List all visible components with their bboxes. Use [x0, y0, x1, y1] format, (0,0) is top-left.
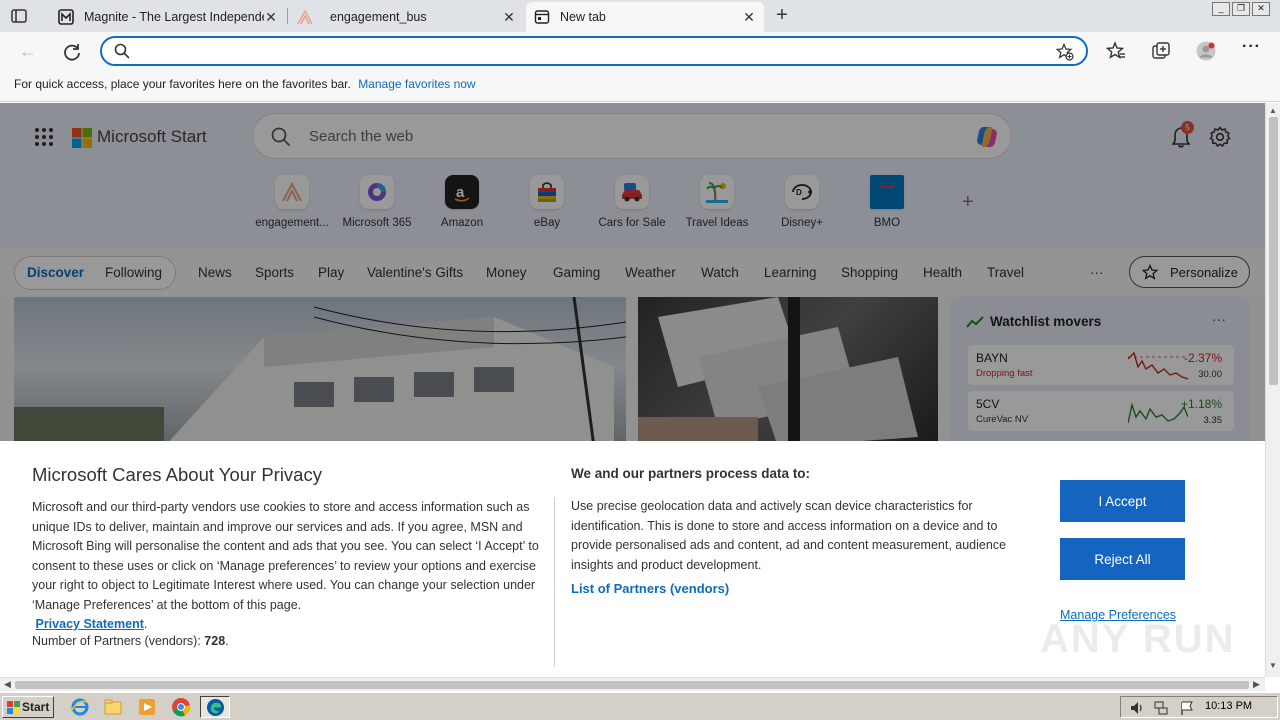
close-window-icon[interactable]: ✕: [1252, 2, 1270, 16]
partners-count: Number of Partners (vendors): 728.: [32, 634, 229, 648]
tab-engagement[interactable]: engagement_bus ✕: [288, 2, 524, 32]
scroll-thumb[interactable]: [15, 681, 1249, 689]
new-tab-button[interactable]: +: [772, 5, 792, 26]
browser-toolbar: ← ···: [0, 32, 1280, 70]
newtab-icon: [534, 10, 550, 24]
scroll-left-icon[interactable]: ◀: [4, 679, 11, 690]
minimize-icon[interactable]: _: [1212, 2, 1230, 16]
edge-icon: [206, 698, 225, 717]
privacy-body: Microsoft and our third-party vendors us…: [32, 500, 539, 631]
back-arrow-icon[interactable]: ←: [17, 40, 39, 62]
window-controls: _ ❐ ✕: [1212, 2, 1270, 16]
address-input[interactable]: [136, 42, 1036, 60]
add-favorite-icon[interactable]: [1056, 43, 1074, 61]
search-icon: [114, 43, 130, 59]
edge-taskbar-button[interactable]: [200, 696, 230, 718]
favorites-bar: For quick access, place your favorites h…: [0, 70, 1280, 102]
engagement-icon: [297, 9, 313, 25]
manage-favorites-link[interactable]: Manage favorites now: [358, 77, 475, 91]
scroll-right-icon[interactable]: ▶: [1253, 679, 1260, 690]
magnite-icon: [58, 9, 74, 25]
scroll-down-icon[interactable]: ▼: [1269, 661, 1277, 670]
profile-avatar-icon[interactable]: [1196, 41, 1216, 61]
reject-all-button[interactable]: Reject All: [1060, 538, 1185, 580]
network-icon[interactable]: [1153, 700, 1169, 716]
scroll-up-icon[interactable]: ▲: [1269, 106, 1277, 115]
data-processing-heading: We and our partners process data to:: [571, 466, 811, 481]
media-player-icon[interactable]: [137, 697, 157, 717]
refresh-icon[interactable]: [61, 41, 83, 63]
close-tab-icon[interactable]: ✕: [742, 9, 756, 26]
volume-icon[interactable]: [1129, 700, 1145, 716]
windows-flag-icon: [7, 701, 20, 714]
tab-actions-icon[interactable]: [10, 7, 28, 25]
tab-new-tab[interactable]: New tab ✕: [526, 2, 764, 32]
chrome-icon[interactable]: [171, 697, 191, 717]
vendors-list-link[interactable]: List of Partners (vendors): [571, 581, 729, 596]
tab-title: Magnite - The Largest Independe: [84, 10, 264, 24]
start-button[interactable]: Start: [2, 696, 54, 718]
tab-bar: Magnite - The Largest Independe ✕ engage…: [0, 0, 1280, 32]
close-tab-icon[interactable]: ✕: [502, 9, 516, 26]
action-center-flag-icon[interactable]: [1179, 700, 1195, 716]
horizontal-scrollbar[interactable]: ◀ ▶: [0, 677, 1265, 691]
address-bar[interactable]: [100, 36, 1088, 66]
privacy-divider: [554, 497, 555, 667]
tab-title: New tab: [560, 10, 606, 24]
windows-taskbar: Start 10:13 PM: [0, 692, 1280, 720]
system-tray: [1120, 696, 1278, 718]
internet-explorer-icon[interactable]: [70, 697, 90, 717]
favorites-bar-hint: For quick access, place your favorites h…: [14, 77, 351, 91]
watermark-logo: ANY RUN: [1040, 617, 1236, 661]
data-processing-text: Use precise geolocation data and activel…: [571, 499, 1007, 572]
accept-button[interactable]: I Accept: [1060, 480, 1185, 522]
partners-number: 728: [204, 634, 226, 648]
partners-label: Number of Partners (vendors):: [32, 634, 201, 648]
file-explorer-icon[interactable]: [103, 697, 123, 717]
start-label: Start: [22, 700, 50, 714]
settings-more-icon[interactable]: ···: [1242, 38, 1262, 58]
close-tab-icon[interactable]: ✕: [264, 9, 278, 26]
privacy-statement-link[interactable]: Privacy Statement: [35, 617, 143, 631]
vertical-scrollbar[interactable]: ▲ ▼: [1265, 103, 1280, 677]
privacy-title: Microsoft Cares About Your Privacy: [32, 464, 322, 485]
tab-title: engagement_bus: [330, 10, 427, 24]
restore-icon[interactable]: ❐: [1232, 2, 1250, 16]
system-clock[interactable]: 10:13 PM: [1205, 700, 1252, 712]
collections-icon[interactable]: [1151, 41, 1171, 61]
favorites-icon[interactable]: [1106, 41, 1126, 61]
scroll-thumb[interactable]: [1269, 117, 1278, 385]
tab-magnite[interactable]: Magnite - The Largest Independe ✕: [50, 2, 286, 32]
privacy-consent-banner: Microsoft Cares About Your Privacy Micro…: [0, 441, 1265, 677]
privacy-body-text: Microsoft and our third-party vendors us…: [32, 500, 539, 612]
